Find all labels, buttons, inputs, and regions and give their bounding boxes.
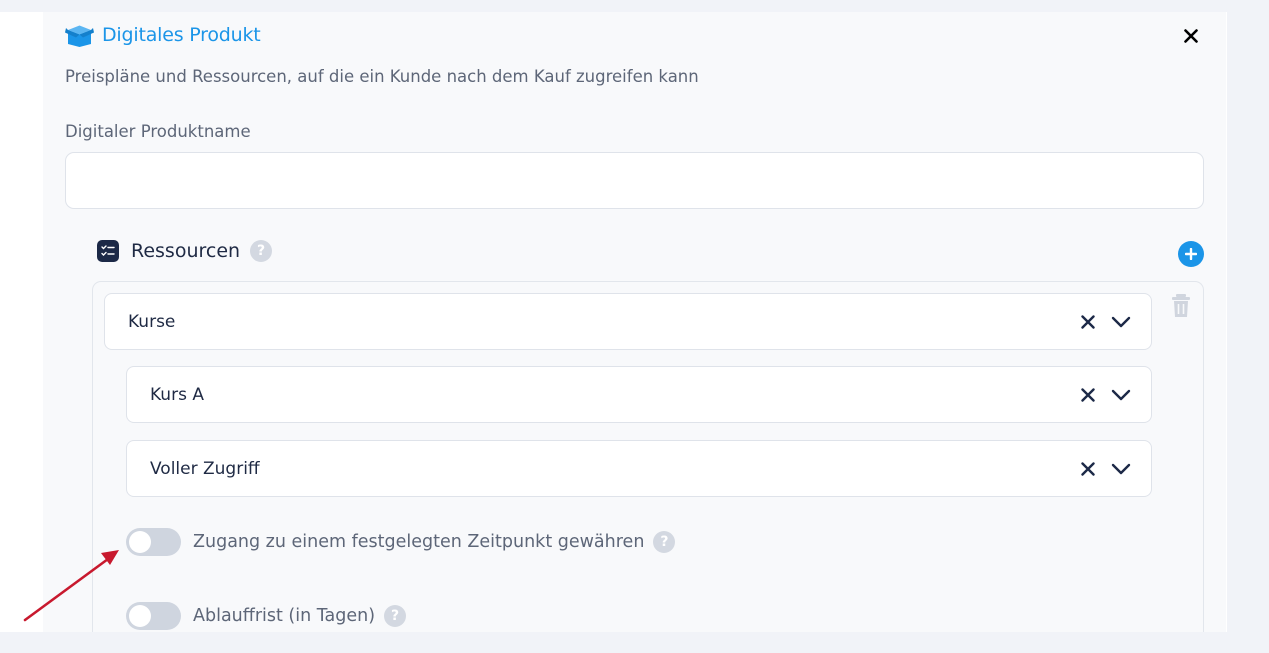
resource-type-value: Kurse	[128, 311, 176, 332]
course-select[interactable]: Kurs A	[126, 366, 1152, 423]
page-title: Digitales Produkt	[102, 23, 261, 46]
scheduled-access-help-icon[interactable]: ?	[653, 531, 676, 553]
resource-type-dropdown-button[interactable]	[1111, 315, 1131, 329]
clear-icon	[1081, 387, 1095, 402]
chevron-down-icon	[1111, 463, 1131, 474]
expiry-row: Ablauffrist (in Tagen) ?	[126, 602, 407, 630]
scheduled-access-toggle[interactable]	[126, 528, 181, 556]
product-name-label: Digitaler Produktname	[65, 122, 251, 141]
plus-circle-icon	[1185, 248, 1197, 260]
product-name-input[interactable]	[65, 152, 1204, 209]
box-icon	[65, 25, 94, 47]
clear-resource-type-button[interactable]	[1079, 313, 1097, 331]
add-resource-button[interactable]	[1178, 241, 1204, 267]
access-level-value: Voller Zugriff	[150, 458, 260, 479]
access-level-select[interactable]: Voller Zugriff	[126, 440, 1152, 497]
toggle-knob	[129, 605, 151, 627]
card-subtitle: Preispläne und Ressourcen, auf die ein K…	[65, 67, 699, 86]
resources-help-icon[interactable]: ?	[250, 240, 273, 262]
resource-type-select[interactable]: Kurse	[104, 293, 1152, 350]
expiry-toggle[interactable]	[126, 602, 181, 630]
clear-icon	[1081, 461, 1095, 476]
expiry-label: Ablauffrist (in Tagen)	[193, 606, 376, 626]
close-icon	[1184, 29, 1198, 43]
chevron-down-icon	[1111, 316, 1131, 327]
clear-icon	[1081, 314, 1095, 329]
resources-header: Ressourcen ?	[97, 240, 273, 262]
toggle-knob	[129, 531, 151, 553]
course-dropdown-button[interactable]	[1111, 388, 1131, 402]
card-header: Digitales Produkt	[65, 22, 261, 47]
scheduled-access-row: Zugang zu einem festgelegten Zeitpunkt g…	[126, 528, 676, 556]
chevron-down-icon	[1111, 389, 1131, 400]
course-value: Kurs A	[150, 384, 204, 405]
access-level-dropdown-button[interactable]	[1111, 462, 1131, 476]
checklist-icon	[97, 240, 119, 262]
delete-resource-button[interactable]	[1170, 293, 1192, 319]
clear-access-level-button[interactable]	[1079, 460, 1097, 478]
scheduled-access-label: Zugang zu einem festgelegten Zeitpunkt g…	[193, 532, 645, 552]
page-footer-background	[0, 632, 1269, 653]
trash-icon	[1172, 294, 1190, 317]
clear-course-button[interactable]	[1079, 386, 1097, 404]
expiry-help-icon[interactable]: ?	[384, 605, 407, 627]
resources-label: Ressourcen	[131, 240, 241, 262]
close-button[interactable]	[1179, 24, 1203, 48]
